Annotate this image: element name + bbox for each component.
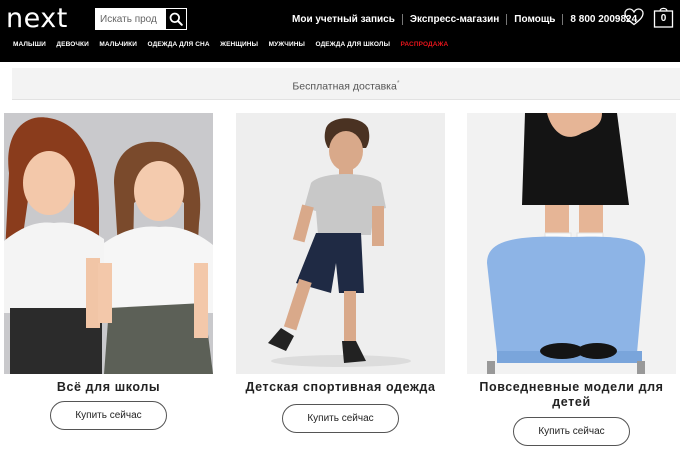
banner-asterisk: * — [396, 80, 400, 87]
nav-item-women[interactable]: ЖЕНЩИНЫ — [220, 41, 258, 48]
banner-text: Бесплатная доставка — [292, 80, 397, 93]
my-account-link[interactable]: Мои учетный запись — [292, 14, 395, 25]
nav-item-babies[interactable]: МАЛЫШИ — [13, 41, 46, 48]
favourites-heart-icon[interactable] — [624, 8, 644, 26]
divider — [401, 13, 403, 25]
shop-now-button[interactable]: Купить сейчас — [50, 401, 167, 430]
bag-count: 0 — [660, 13, 667, 24]
girl-on-chair-photo[interactable] — [467, 113, 676, 374]
express-shop-link[interactable]: Экспресс-магазин — [410, 14, 499, 25]
nav-item-sleepwear[interactable]: ОДЕЖДА ДЛЯ СНА — [148, 41, 210, 48]
card-title: Повседневные модели для детей — [479, 380, 664, 409]
search-icon — [169, 12, 183, 26]
top-links: Мои учетный запись Экспресс-магазин Помо… — [292, 13, 637, 25]
next-logo[interactable]: next — [6, 4, 68, 34]
sport-boy-photo[interactable] — [236, 113, 445, 374]
free-delivery-banner[interactable]: Бесплатная доставка* — [12, 68, 680, 100]
search-button[interactable] — [166, 9, 186, 29]
nav-item-boys[interactable]: МАЛЬЧИКИ — [99, 41, 137, 48]
nav-item-men[interactable]: МУЖЧИНЫ — [269, 41, 305, 48]
search-input[interactable] — [95, 8, 163, 30]
shop-now-button[interactable]: Купить сейчас — [513, 417, 630, 446]
site-header: next Мои учетный запись Экспресс-магазин… — [0, 0, 680, 62]
promo-card-sportswear: Детская спортивная одежда Купить сейчас — [236, 113, 445, 433]
promo-card-school: Всё для школы Купить сейчас — [4, 113, 213, 430]
divider — [562, 13, 564, 25]
nav-item-schoolwear[interactable]: ОДЕЖДА ДЛЯ ШКОЛЫ — [316, 41, 391, 48]
shopping-bag-button[interactable]: 0 — [653, 6, 674, 28]
nav-item-sale[interactable]: РАСПРОДАЖА — [401, 41, 449, 48]
nav-item-girls[interactable]: ДЕВОЧКИ — [56, 41, 88, 48]
search-box — [95, 8, 187, 30]
card-title: Всё для школы — [56, 380, 161, 394]
main-nav: МАЛЫШИ ДЕВОЧКИ МАЛЬЧИКИ ОДЕЖДА ДЛЯ СНА Ж… — [13, 41, 459, 48]
school-girls-photo[interactable] — [4, 113, 213, 374]
help-link[interactable]: Помощь — [514, 14, 555, 25]
card-title: Детская спортивная одежда — [245, 380, 436, 394]
divider — [506, 13, 508, 25]
shop-now-button[interactable]: Купить сейчас — [282, 404, 399, 433]
promo-card-casual: Повседневные модели для детей Купить сей… — [467, 113, 676, 446]
